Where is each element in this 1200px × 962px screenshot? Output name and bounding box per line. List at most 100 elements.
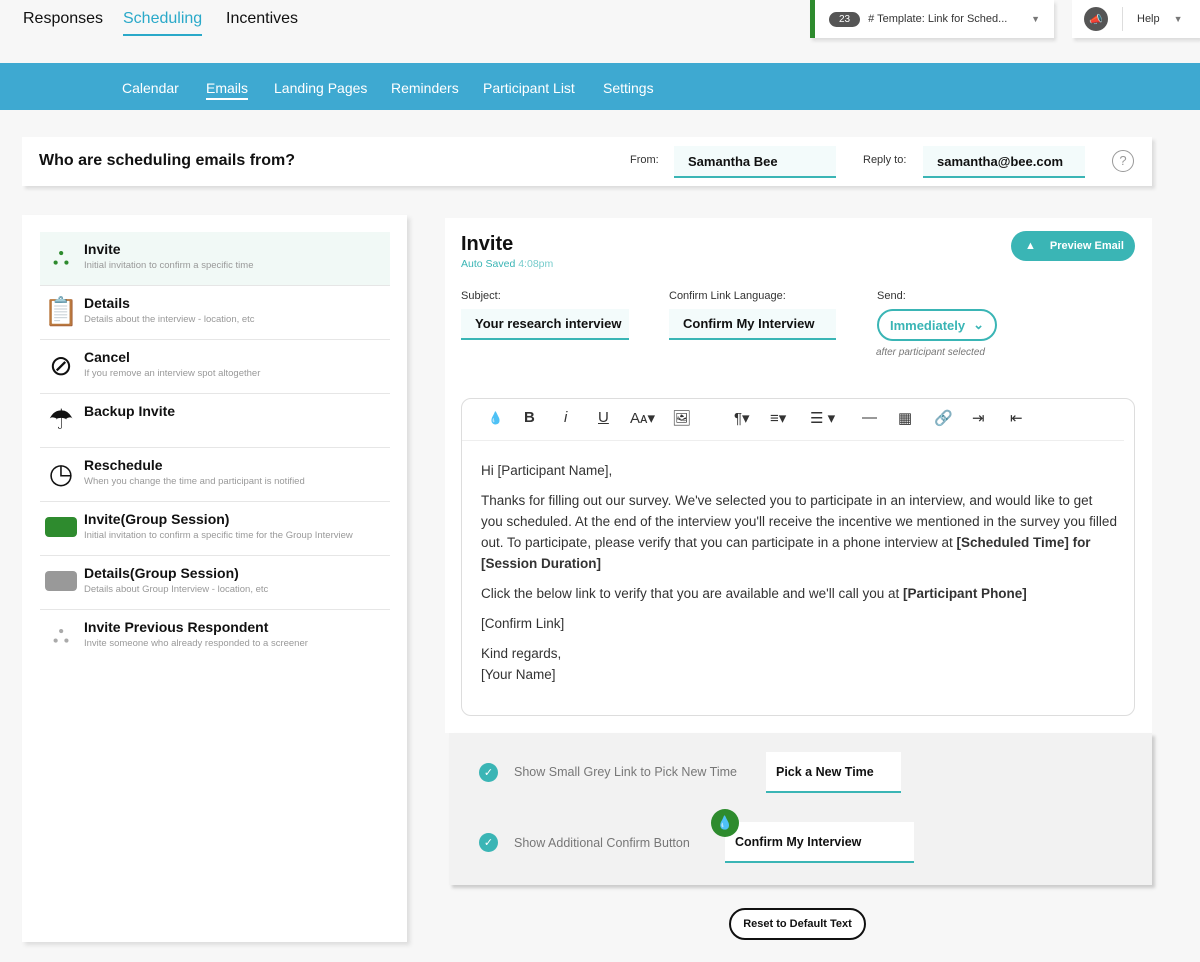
- grey-link-checkbox[interactable]: ✓: [479, 763, 498, 782]
- send-label: Send:: [877, 290, 906, 302]
- tab-responses[interactable]: Responses: [23, 10, 103, 28]
- reset-default-button[interactable]: Reset to Default Text: [729, 908, 866, 940]
- options-panel: ✓ Show Small Grey Link to Pick New Time …: [449, 733, 1152, 885]
- tab-participant-list[interactable]: Participant List: [483, 80, 575, 96]
- greeting: Hi [Participant Name],: [481, 463, 613, 478]
- person-outline-icon: ⛬: [52, 243, 70, 270]
- preview-label: Preview Email: [1049, 240, 1124, 252]
- item-subtitle: Initial invitation to confirm a specific…: [84, 530, 353, 541]
- send-note: after participant selected: [876, 347, 985, 358]
- item-subtitle: When you change the time and participant…: [84, 476, 305, 487]
- confirm-button-checkbox[interactable]: ✓: [479, 833, 498, 852]
- item-subtitle: If you remove an interview spot altogeth…: [84, 368, 261, 379]
- cancel-icon: ⊘: [49, 349, 73, 381]
- color-drop-icon[interactable]: 💧: [488, 411, 503, 425]
- editor-title: Invite: [461, 233, 514, 255]
- umbrella-icon: ☂: [48, 403, 74, 435]
- email-type-backup-invite[interactable]: ☂ Backup Invite: [40, 394, 390, 448]
- item-title: Invite Previous Respondent: [84, 619, 269, 635]
- item-subtitle: Initial invitation to confirm a specific…: [84, 260, 254, 271]
- text: Click the below link to verify that you …: [481, 586, 904, 601]
- chevron-down-icon: ⌄: [973, 317, 985, 332]
- italic-icon[interactable]: i: [564, 409, 567, 426]
- subject-input[interactable]: Your research interview: [461, 309, 629, 340]
- template-selector[interactable]: 23 # Template: Link for Sched... ▼: [810, 0, 1054, 38]
- tab-incentives[interactable]: Incentives: [226, 10, 298, 28]
- table-icon[interactable]: ▦: [898, 409, 912, 427]
- item-subtitle: Details about the interview - location, …: [84, 314, 255, 325]
- from-label: From:: [630, 154, 659, 166]
- help-icon[interactable]: ?: [1112, 150, 1134, 172]
- tab-reminders[interactable]: Reminders: [391, 80, 459, 96]
- grey-link-label: Show Small Grey Link to Pick New Time: [514, 765, 737, 779]
- image-icon[interactable]: 🖼: [672, 409, 691, 427]
- template-name: # Template: Link for Sched...: [868, 13, 1008, 25]
- email-type-reschedule[interactable]: ◷ Reschedule When you change the time and …: [40, 448, 390, 502]
- chevron-down-icon: ▼: [1173, 14, 1183, 24]
- reply-to-input[interactable]: samantha@bee.com: [923, 146, 1085, 178]
- person-outline-icon: ⛬: [52, 621, 70, 648]
- email-type-details-group[interactable]: Details(Group Session) Details about Grou…: [40, 556, 390, 610]
- font-size-icon[interactable]: Aᴀ▾: [630, 409, 655, 427]
- email-type-list: ⛬ Invite Initial invitation to confirm a s…: [22, 215, 407, 942]
- sub-nav: Calendar Emails Landing Pages Reminders …: [0, 63, 1200, 110]
- item-title: Reschedule: [84, 457, 163, 473]
- link-icon[interactable]: 🔗: [934, 409, 953, 427]
- item-title: Details(Group Session): [84, 565, 239, 581]
- saved-label: Auto Saved: [461, 258, 516, 270]
- chevron-down-icon: ▼: [1031, 14, 1040, 24]
- tab-settings[interactable]: Settings: [603, 80, 654, 96]
- tab-emails[interactable]: Emails: [206, 80, 249, 100]
- clock-refresh-icon: ◷: [48, 457, 74, 489]
- confirm-button-input[interactable]: Confirm My Interview: [725, 822, 914, 863]
- from-bar: Who are scheduling emails from? From: Sa…: [22, 137, 1152, 186]
- confirm-button-label: Show Additional Confirm Button: [514, 836, 690, 850]
- arrow-up-icon: ▲: [1025, 240, 1036, 252]
- editor-toolbar: 💧 B i U Aᴀ▾ 🖼 ¶▾ ≡▾ ☰ ▾ — ▦ 🔗 ⇥ ⇤: [462, 399, 1124, 441]
- list-icon[interactable]: ☰ ▾: [810, 409, 835, 427]
- auto-saved-status: Auto Saved 4:08pm: [461, 258, 553, 270]
- send-value: Immediately: [889, 317, 966, 333]
- help-label: Help: [1137, 13, 1160, 25]
- subject-label: Subject:: [461, 290, 501, 302]
- confirm-link-token: [Confirm Link]: [481, 616, 565, 631]
- send-timing-select[interactable]: Immediately ⌄: [877, 309, 997, 341]
- item-title: Invite: [84, 241, 121, 257]
- item-title: Invite(Group Session): [84, 511, 230, 527]
- email-type-invite[interactable]: ⛬ Invite Initial invitation to confirm a s…: [40, 232, 390, 286]
- from-input[interactable]: Samantha Bee: [674, 146, 836, 178]
- bold-icon[interactable]: B: [524, 409, 535, 426]
- grey-link-input[interactable]: Pick a New Time: [766, 752, 901, 793]
- underline-icon[interactable]: U: [598, 409, 609, 426]
- tab-calendar[interactable]: Calendar: [122, 80, 179, 96]
- email-type-cancel[interactable]: ⊘ Cancel If you remove an interview spot a…: [40, 340, 390, 394]
- indent-icon[interactable]: ⇥: [972, 409, 985, 427]
- couch-check-icon: [44, 564, 78, 598]
- email-body[interactable]: Hi [Participant Name], Thanks for fillin…: [481, 460, 1117, 694]
- item-subtitle: Details about Group Interview - location…: [84, 584, 269, 595]
- paragraph-icon[interactable]: ¶▾: [734, 409, 750, 427]
- horizontal-rule-icon[interactable]: —: [862, 409, 877, 426]
- email-type-invite-previous[interactable]: ⛬ Invite Previous Respondent Invite someon…: [40, 610, 390, 664]
- item-title: Cancel: [84, 349, 130, 365]
- body-paragraph: Thanks for filling out our survey. We've…: [481, 490, 1117, 574]
- preview-email-button[interactable]: ▲ Preview Email: [1011, 231, 1135, 261]
- color-drop-icon[interactable]: 💧: [711, 809, 739, 837]
- divider: [1122, 7, 1123, 31]
- confirm-link-input[interactable]: Confirm My Interview: [669, 309, 836, 340]
- email-type-invite-group[interactable]: Invite(Group Session) Initial invitation …: [40, 502, 390, 556]
- help-menu[interactable]: 📣 Help ▼: [1072, 0, 1200, 38]
- align-icon[interactable]: ≡▾: [770, 409, 786, 427]
- reply-to-label: Reply to:: [863, 154, 907, 166]
- tab-scheduling[interactable]: Scheduling: [123, 10, 203, 36]
- megaphone-icon[interactable]: 📣: [1084, 7, 1108, 31]
- outdent-icon[interactable]: ⇤: [1010, 409, 1023, 427]
- tab-landing-pages[interactable]: Landing Pages: [274, 80, 367, 96]
- rich-text-editor[interactable]: 💧 B i U Aᴀ▾ 🖼 ¶▾ ≡▾ ☰ ▾ — ▦ 🔗 ⇥ ⇤ Hi [Pa…: [461, 398, 1135, 716]
- item-subtitle: Invite someone who already responded to …: [84, 638, 308, 649]
- sign-off: Kind regards,: [481, 646, 562, 661]
- clipboard-check-icon: 📋: [43, 295, 79, 327]
- email-type-details[interactable]: 📋 Details Details about the interview - lo…: [40, 286, 390, 340]
- item-title: Details: [84, 295, 130, 311]
- response-count-badge: 23: [829, 11, 861, 27]
